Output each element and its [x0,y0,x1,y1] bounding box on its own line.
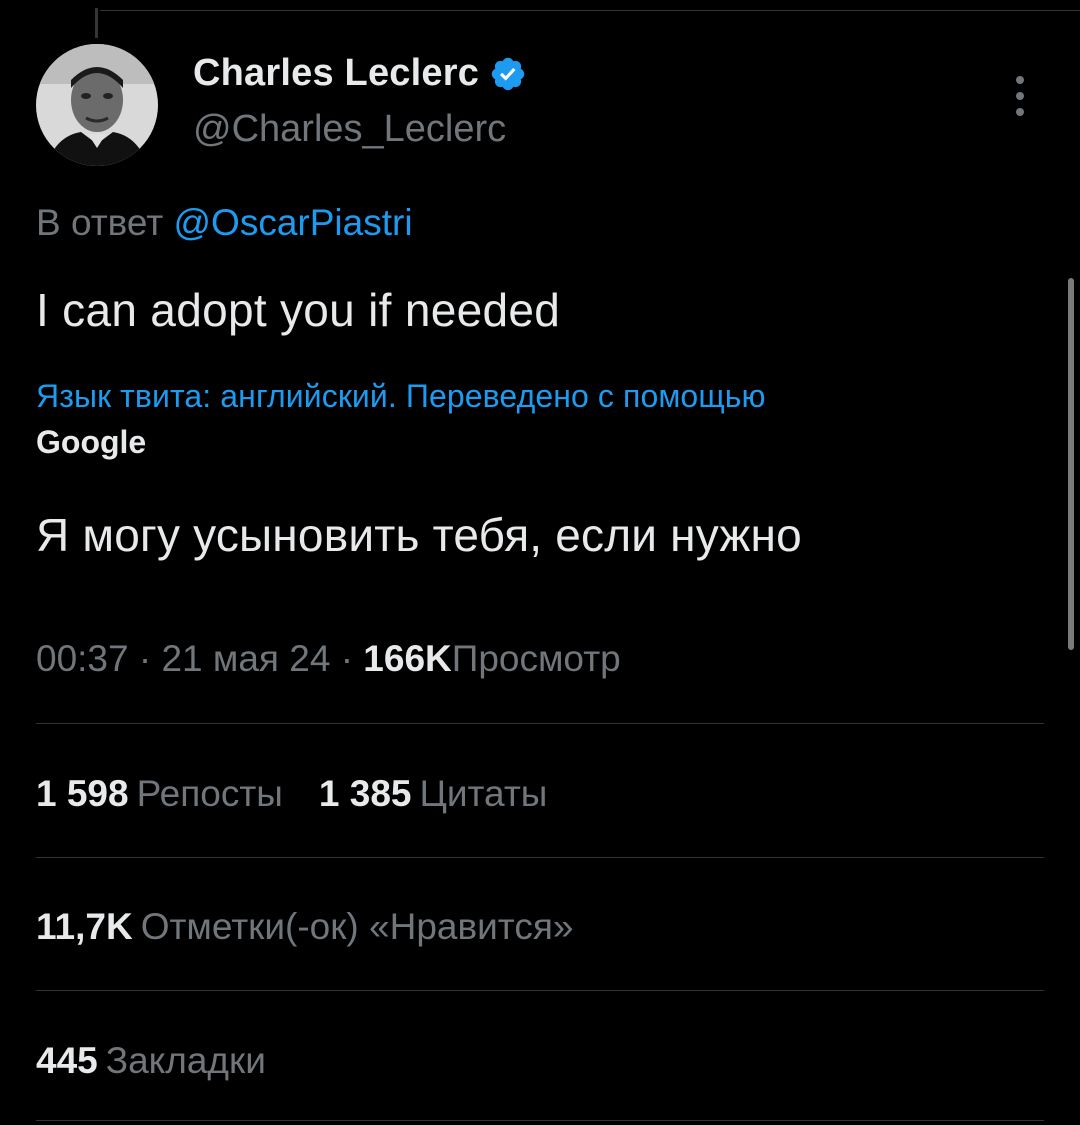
more-vertical-icon[interactable] [1006,72,1034,120]
tweet-text: I can adopt you if needed [36,284,561,336]
scrollbar-thumb[interactable] [1068,278,1074,650]
meta-separator: · [340,638,364,679]
likes-row: 11,7K Отметки(-ок) «Нравится» [36,906,573,948]
likes-stat[interactable]: 11,7K Отметки(-ок) «Нравится» [36,906,573,947]
author-handle[interactable]: @Charles_Leclerc [193,108,506,151]
tweet-meta-row: 00:37 · 21 мая 24 · 166KПросмотр [36,638,621,680]
translated-tweet-text: Я могу усыновить тебя, если нужно [36,509,802,561]
bookmarks-label: Закладки [105,1040,266,1081]
thread-top-rule [100,10,1080,11]
reposts-stat[interactable]: 1 598 Репосты [36,773,283,814]
verified-badge-icon [491,57,525,90]
bookmarks-row: 445 Закладки [36,1040,266,1082]
bookmarks-count: 445 [36,1040,98,1081]
views-count: 166K [363,638,452,679]
translation-provider: Google [36,424,147,460]
reposts-quotes-row: 1 598 Репосты 1 385 Цитаты [36,773,547,815]
quotes-label: Цитаты [419,773,548,814]
reply-mention-link[interactable]: @OscarPiastri [174,202,413,243]
translation-note-link[interactable]: Язык твита: английский. Переведено с пом… [36,378,766,415]
tweet-date[interactable]: 21 мая 24 [161,638,330,679]
views-label: Просмотр [451,638,621,679]
reply-prefix: В ответ [36,202,164,243]
likes-count: 11,7K [36,906,133,947]
meta-separator: · [138,638,162,679]
reposts-label: Репосты [136,773,283,814]
divider [36,1120,1044,1121]
likes-label: Отметки(-ок) «Нравится» [140,906,574,947]
author-display-name[interactable]: Charles Leclerc [193,52,479,95]
quotes-stat[interactable]: 1 385 Цитаты [319,773,547,814]
author-name-row[interactable]: Charles Leclerc [193,52,527,95]
tweet-time[interactable]: 00:37 [36,638,129,679]
bookmarks-stat[interactable]: 445 Закладки [36,1040,266,1081]
divider [36,990,1044,991]
author-avatar[interactable] [36,44,158,166]
reposts-count: 1 598 [36,773,129,814]
thread-connector-line [95,8,98,38]
avatar-image [36,44,158,166]
reply-to-line: В ответ @OscarPiastri [36,202,413,244]
quotes-count: 1 385 [318,773,412,814]
divider [36,723,1044,724]
divider [36,857,1044,858]
